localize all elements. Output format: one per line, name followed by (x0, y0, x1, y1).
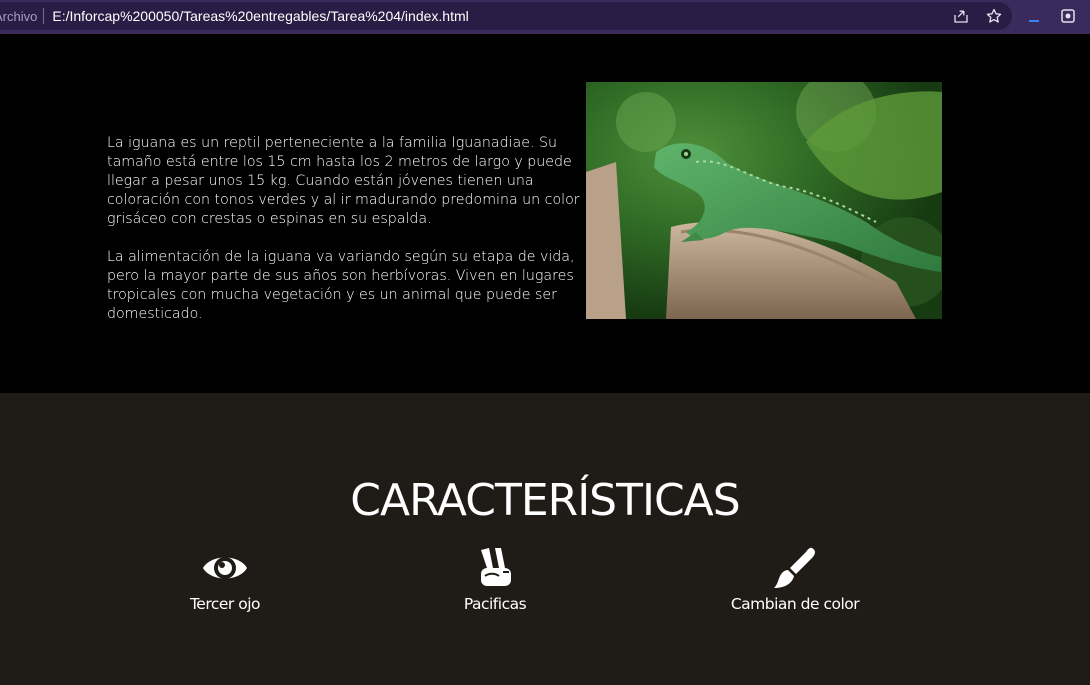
extension-icon[interactable] (1024, 6, 1044, 26)
browser-toolbar: Archivo E:/Inforcap%200050/Tareas%20entr… (0, 0, 1090, 34)
feature-item-peaceful: Pacificas (445, 545, 545, 613)
features-title: CARACTERÍSTICAS (350, 475, 740, 526)
feature-item-third-eye: Tercer ojo (175, 545, 275, 613)
scheme-label: Archivo (0, 8, 38, 24)
eye-icon (200, 545, 250, 591)
hero-paragraph-1: La iguana es un reptil perteneciente a l… (107, 135, 580, 227)
hero-section: La iguana es un reptil perteneciente a l… (0, 34, 1090, 393)
tab-icon[interactable] (1058, 6, 1078, 26)
hero-text: La iguana es un reptil perteneciente a l… (107, 134, 582, 324)
peace-hand-icon (470, 545, 520, 591)
address-separator (43, 8, 45, 24)
star-icon[interactable] (984, 6, 1004, 26)
paintbrush-icon (770, 545, 820, 591)
url-text[interactable]: E:/Inforcap%200050/Tareas%20entregables/… (52, 8, 468, 24)
hero-paragraph-2: La alimentación de la iguana va variando… (107, 249, 575, 322)
feature-label: Tercer ojo (189, 595, 261, 613)
feature-item-color-change: Cambian de color (715, 545, 875, 613)
feature-label: Cambian de color (730, 595, 860, 613)
features-section: CARACTERÍSTICAS Tercer ojo Pacificas Cam… (0, 393, 1090, 685)
address-bar[interactable]: Archivo E:/Inforcap%200050/Tareas%20entr… (0, 2, 1012, 30)
feature-label: Pacificas (463, 595, 527, 613)
share-icon[interactable] (951, 6, 971, 26)
iguana-photo (586, 82, 942, 319)
